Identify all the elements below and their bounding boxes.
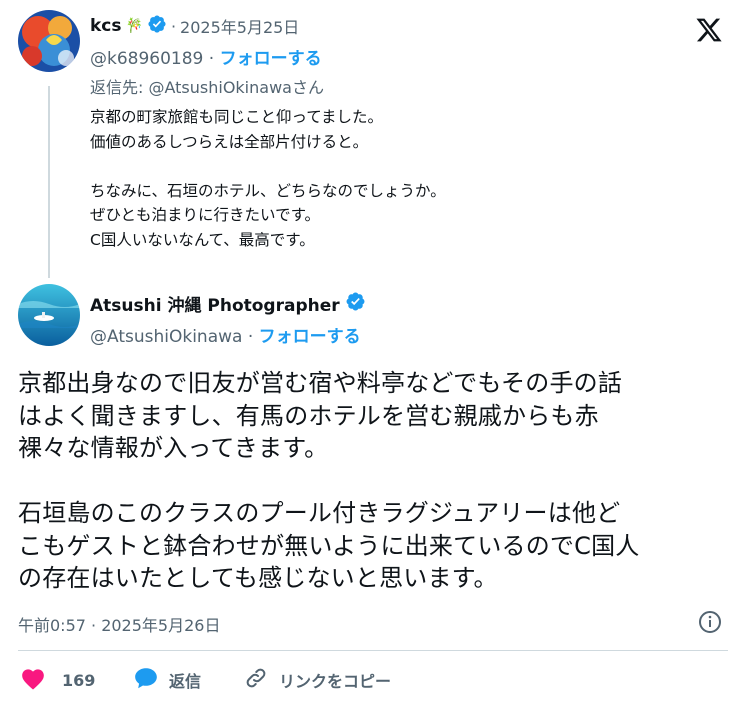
reply-to-prefix: 返信先: [90, 78, 149, 97]
main-follow-button[interactable]: フォローする [259, 327, 361, 347]
reply-author-avatar[interactable] [18, 10, 80, 72]
like-button[interactable]: 169 [20, 666, 95, 694]
reply-display-name[interactable]: kcs [90, 16, 122, 36]
reply-label: 返信 [169, 672, 202, 691]
main-body: 京都出身なので旧友が営む宿や料亭などでもその手の話 はよく聞きますし、有馬のホテ… [18, 369, 640, 592]
reply-handle-row: @k68960189 · フォローする [90, 44, 322, 69]
separator-dot: · [170, 16, 177, 36]
main-handle-row: @AtsushiOkinawa · フォローする [90, 322, 361, 347]
main-display-name[interactable]: Atsushi 沖縄 Photographer [90, 291, 340, 316]
reply-button[interactable]: 返信 [133, 666, 201, 694]
like-count: 169 [62, 670, 96, 690]
reply-to-line: 返信先: @AtsushiOkinawaさん [90, 74, 324, 98]
reply-to-handle[interactable]: @AtsushiOkinawaさん [148, 78, 323, 97]
verified-badge-icon [345, 291, 366, 316]
main-author-avatar[interactable] [18, 284, 80, 346]
copy-link-button[interactable]: リンクをコピー [243, 666, 391, 694]
main-handle[interactable]: @AtsushiOkinawa [90, 327, 242, 347]
info-icon[interactable] [698, 610, 722, 634]
reply-date[interactable]: 2025年5月25日 [180, 14, 299, 38]
reply-header: kcs 🎋 · 2025年5月25日 [90, 14, 299, 38]
copy-link-label: リンクをコピー [279, 672, 392, 691]
thread-line [48, 86, 50, 278]
reply-bubble-icon [133, 666, 159, 694]
separator-dot: · [208, 49, 220, 69]
separator-dot: · [247, 327, 259, 347]
x-logo-icon[interactable] [694, 16, 724, 44]
reply-handle[interactable]: @k68960189 [90, 49, 203, 69]
reply-body: 京都の町家旅館も同じこと仰ってました。 価値のあるしつらえは全部片付けると。 ち… [90, 108, 446, 249]
reply-follow-button[interactable]: フォローする [220, 49, 322, 69]
main-timestamp[interactable]: 午前0:57 · 2025年5月26日 [18, 612, 220, 636]
verified-badge-icon [147, 14, 167, 39]
divider [18, 650, 728, 651]
main-header: Atsushi 沖縄 Photographer [90, 290, 366, 316]
heart-icon [20, 666, 46, 694]
link-icon [243, 666, 269, 694]
name-emoji: 🎋 [125, 18, 143, 34]
